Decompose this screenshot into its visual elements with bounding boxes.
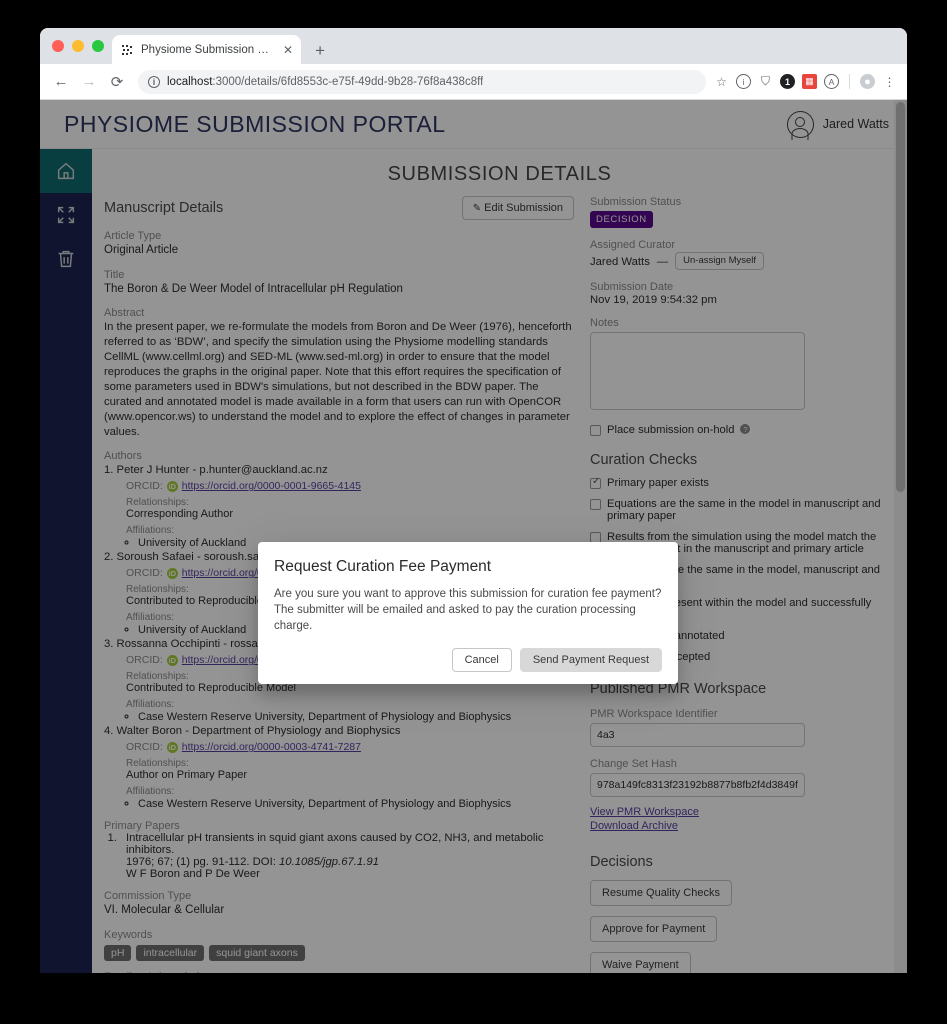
modal-overlay[interactable]: [40, 100, 907, 973]
circle-a-icon[interactable]: A: [824, 74, 839, 89]
toolbar-icons: ☆ i ⛉ 1 ▦ A ● ⋮: [714, 74, 899, 89]
modal-actions: Cancel Send Payment Request: [274, 648, 662, 673]
cancel-button[interactable]: Cancel: [451, 648, 512, 673]
notification-badge-icon[interactable]: 1: [780, 74, 795, 89]
extension-icon[interactable]: ▦: [802, 74, 817, 89]
close-tab-button[interactable]: ✕: [283, 44, 293, 56]
window-controls[interactable]: [50, 28, 112, 64]
address-bar-url: localhost:3000/details/6fd8553c-e75f-49d…: [167, 76, 483, 88]
url-path: :3000/details/6fd8553c-e75f-49dd-9b28-76…: [212, 75, 484, 88]
browser-window: Physiome Submission Prototype ✕ + ← → ⟳ …: [40, 28, 907, 973]
modal-title: Request Curation Fee Payment: [274, 558, 492, 575]
site-info-icon[interactable]: i: [148, 75, 160, 88]
toolbar-divider: [849, 74, 850, 89]
favicon-icon: [120, 43, 134, 57]
address-bar[interactable]: i localhost:3000/details/6fd8553c-e75f-4…: [138, 69, 706, 94]
browser-menu-icon[interactable]: ⋮: [882, 74, 897, 89]
maximize-window-button[interactable]: [92, 40, 104, 52]
request-curation-fee-modal: Request Curation Fee Payment Are you sur…: [258, 542, 678, 685]
browser-toolbar: ← → ⟳ i localhost:3000/details/6fd8553c-…: [40, 64, 907, 100]
desktop-background: Physiome Submission Prototype ✕ + ← → ⟳ …: [0, 0, 947, 1024]
info-circle-icon[interactable]: i: [736, 74, 751, 89]
bookmark-star-icon[interactable]: ☆: [714, 74, 729, 89]
tab-title: Physiome Submission Prototype: [141, 43, 276, 56]
reload-button[interactable]: ⟳: [104, 69, 130, 95]
browser-tab-strip: Physiome Submission Prototype ✕ +: [40, 28, 907, 64]
send-payment-request-button[interactable]: Send Payment Request: [519, 648, 662, 673]
back-button[interactable]: ←: [48, 69, 74, 95]
profile-avatar-icon[interactable]: ●: [860, 74, 875, 89]
url-host: localhost: [167, 75, 213, 88]
browser-tab[interactable]: Physiome Submission Prototype ✕: [112, 35, 302, 64]
modal-body-text: Are you sure you want to approve this su…: [274, 588, 662, 633]
forward-button[interactable]: →: [76, 69, 102, 95]
close-window-button[interactable]: [52, 40, 64, 52]
new-tab-button[interactable]: +: [301, 42, 337, 64]
minimize-window-button[interactable]: [72, 40, 84, 52]
page-viewport: PHYSIOME SUBMISSION PORTAL Jared Watts S…: [40, 100, 907, 973]
shield-icon[interactable]: ⛉: [758, 74, 773, 89]
